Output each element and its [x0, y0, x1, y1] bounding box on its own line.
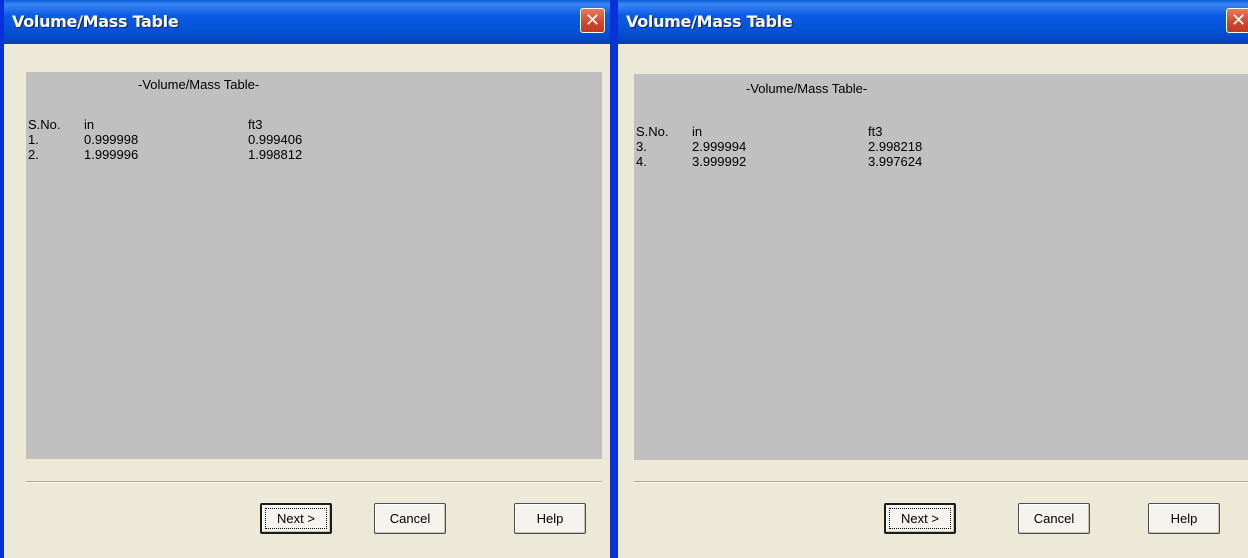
table-panel: -Volume/Mass Table- S.No. in ft3 3. 2.99…: [634, 74, 1248, 460]
window-title: Volume/Mass Table: [12, 12, 179, 31]
title-bar[interactable]: Volume/Mass Table ✕: [4, 0, 610, 44]
table-cell-sno: 1.: [28, 132, 39, 147]
cancel-button-label: Cancel: [389, 511, 431, 526]
window-title: Volume/Mass Table: [626, 12, 793, 31]
column-header-in: in: [692, 124, 703, 139]
column-header-ft3: ft3: [868, 124, 883, 139]
column-header-in: in: [84, 117, 95, 132]
separator: [26, 481, 602, 483]
cancel-button[interactable]: Cancel: [1018, 503, 1090, 534]
next-button-label: Next >: [901, 511, 939, 526]
volume-mass-dialog-2: Volume/Mass Table ✕ -Volume/Mass Table- …: [614, 0, 1248, 558]
cancel-button[interactable]: Cancel: [374, 503, 446, 534]
table-cell-ft3: 3.997624: [868, 154, 923, 169]
panel-title: -Volume/Mass Table-: [746, 81, 868, 96]
separator: [634, 481, 1248, 483]
help-button-label: Help: [1170, 511, 1198, 526]
panel-title: -Volume/Mass Table-: [138, 77, 260, 92]
column-header-sno: S.No.: [636, 124, 669, 139]
table-cell-ft3: 2.998218: [868, 139, 923, 154]
table-cell-sno: 4.: [636, 154, 647, 169]
title-bar[interactable]: Volume/Mass Table ✕: [618, 0, 1248, 44]
column-header-ft3: ft3: [248, 117, 263, 132]
next-button[interactable]: Next >: [884, 503, 956, 534]
help-button-label: Help: [536, 511, 564, 526]
table-cell-in: 2.999994: [692, 139, 747, 154]
column-header-sno: S.No.: [28, 117, 61, 132]
table-cell-sno: 3.: [636, 139, 647, 154]
cancel-button-label: Cancel: [1033, 511, 1075, 526]
table-cell-sno: 2.: [28, 147, 39, 162]
help-button[interactable]: Help: [514, 503, 586, 534]
close-icon: ✕: [584, 10, 601, 31]
close-button[interactable]: ✕: [1226, 8, 1248, 33]
volume-mass-dialog-1: Volume/Mass Table ✕ -Volume/Mass Table- …: [0, 0, 614, 558]
close-icon: ✕: [1230, 10, 1247, 31]
table-cell-in: 0.999998: [84, 132, 139, 147]
next-button-label: Next >: [277, 511, 315, 526]
close-button[interactable]: ✕: [580, 8, 605, 33]
help-button[interactable]: Help: [1148, 503, 1220, 534]
table-cell-in: 1.999996: [84, 147, 139, 162]
next-button[interactable]: Next >: [260, 503, 332, 534]
table-cell-ft3: 0.999406: [248, 132, 303, 147]
table-panel: -Volume/Mass Table- S.No. in ft3 1. 0.99…: [26, 72, 602, 459]
table-cell-in: 3.999992: [692, 154, 747, 169]
table-cell-ft3: 1.998812: [248, 147, 303, 162]
